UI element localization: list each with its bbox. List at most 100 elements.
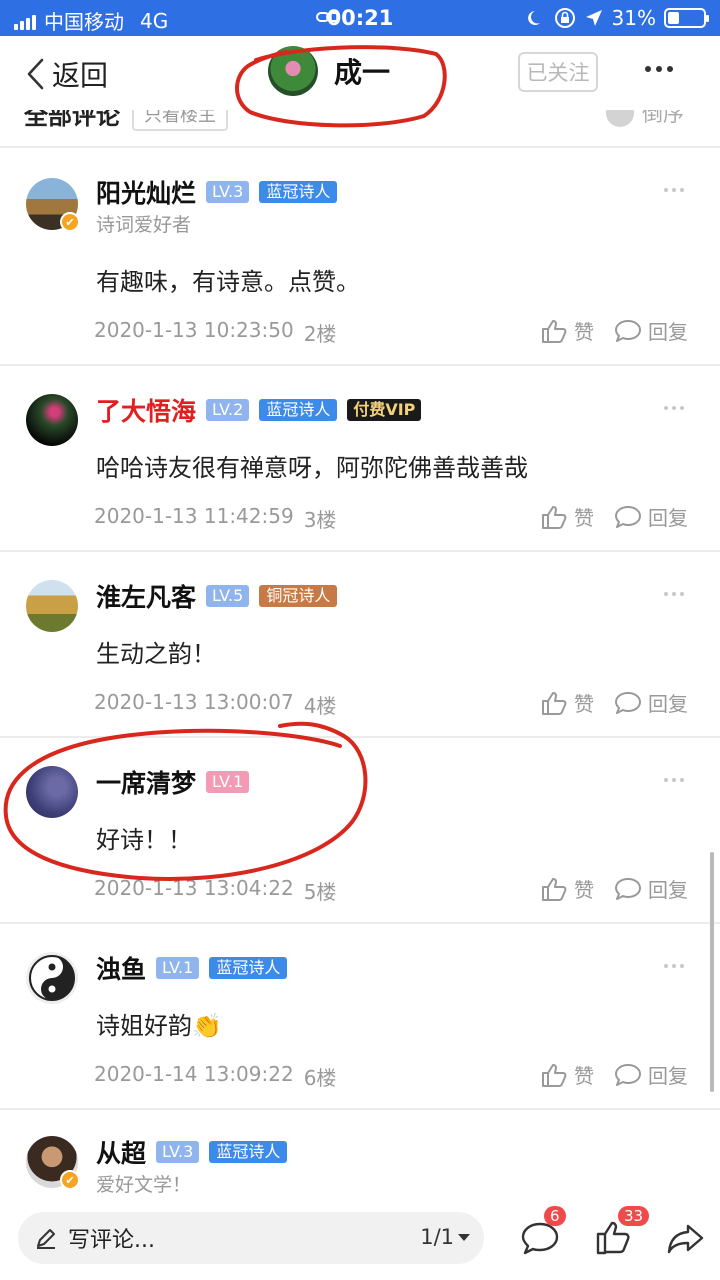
comment-input-placeholder: 写评论... [68,1228,155,1253]
title-badge: 铜冠诗人 [259,585,338,607]
like-label: 赞 [574,1064,594,1088]
avatar[interactable] [26,580,78,632]
user-subtitle: 诗词爱好者 [96,214,192,236]
status-bar: 中国移动 4G 00:21 31% [0,0,720,36]
speech-bubble-icon [615,505,641,528]
title-badge: 蓝冠诗人 [259,399,338,421]
comments-section-header: 全部评论 只看楼主 倒序 [0,110,720,146]
comment-floor: 6楼 [303,1066,337,1090]
comment-text: 诗姐好韵👏 [96,1012,222,1040]
thumbs-up-icon [542,505,567,529]
level-badge: LV.2 [206,399,250,421]
moon-icon [527,11,540,25]
comment-input[interactable]: 写评论... 1/1 [18,1212,484,1264]
only-op-filter[interactable]: 只看楼主 [132,110,228,131]
comment-floor: 4楼 [303,694,337,718]
reply-label: 回复 [648,878,688,902]
author-name[interactable]: 成一 [334,51,390,91]
comment-more-icon[interactable] [664,592,684,596]
comment-text: 生动之韵！ [96,640,216,668]
comment-time: 2020-1-13 11:42:59 [94,504,294,528]
comment-more-icon[interactable] [664,778,684,782]
comment-item: ✔ 从超 LV.3 蓝冠诗人 爱好文学！ [0,1110,720,1196]
author-avatar[interactable] [268,46,318,96]
pen-icon [37,1229,55,1249]
nav-bar: 返回 成一 已关注 [0,36,720,110]
battery-percent: 31% [611,6,656,30]
avatar[interactable] [26,394,78,446]
like-button[interactable]: 赞 [540,688,594,717]
back-button[interactable]: 返回 [24,54,108,94]
comment-more-icon[interactable] [664,964,684,968]
comment-floor: 2楼 [303,322,337,346]
comment-item: 浊鱼 LV.1 蓝冠诗人 诗姐好韵👏 2020-1-14 13:09:22 6楼… [0,924,720,1110]
dropdown-arrow-icon [458,1233,470,1241]
scrollbar[interactable] [710,852,714,1092]
comment-item: 了大悟海 LV.2 蓝冠诗人 付费VIP 哈哈诗友很有禅意呀，阿弥陀佛善哉善哉 … [0,366,720,552]
user-name[interactable]: 一席清梦 [96,764,196,800]
reply-button[interactable]: 回复 [614,1060,688,1089]
bottom-bar: 写评论... 1/1 6 33 [0,1196,720,1280]
reply-button[interactable]: 回复 [614,502,688,531]
user-name[interactable]: 阳光灿烂 [96,174,196,210]
comment-more-icon[interactable] [664,406,684,410]
avatar[interactable] [26,766,78,818]
user-name[interactable]: 浊鱼 [96,950,146,986]
like-label: 赞 [574,506,594,530]
verified-badge-icon: ✔ [60,1170,80,1190]
reply-button[interactable]: 回复 [614,688,688,717]
more-options-icon[interactable] [645,66,673,72]
yin-yang-icon [29,955,75,1001]
title-badge: 蓝冠诗人 [259,181,338,203]
page-selector[interactable]: 1/1 [420,1225,470,1249]
comment-floor: 5楼 [303,880,337,904]
like-button[interactable]: 赞 [540,874,594,903]
comment-item: 一席清梦 LV.1 好诗！！ 2020-1-13 13:04:22 5楼 赞 回… [0,738,720,924]
user-subtitle: 爱好文学！ [96,1174,192,1196]
like-button[interactable]: 赞 [540,1060,594,1089]
comment-floor: 3楼 [303,508,337,532]
level-badge: LV.3 [156,1141,200,1163]
comment-more-icon[interactable] [664,188,684,192]
rotation-lock-icon [554,8,575,28]
user-name[interactable]: 从超 [96,1134,146,1170]
comment-item: ✔ 阳光灿烂 LV.3 蓝冠诗人 诗词爱好者 有趣味，有诗意。点赞。 2020-… [0,148,720,366]
verified-badge-icon: ✔ [60,212,80,232]
section-title: 全部评论 [24,110,120,130]
comment-count-badge: 6 [544,1206,566,1226]
like-button[interactable]: 赞 [540,502,594,531]
comment-time: 2020-1-13 13:04:22 [94,876,294,900]
reply-label: 回复 [648,1064,688,1088]
avatar[interactable] [26,952,78,1004]
level-badge: LV.5 [206,585,250,607]
speech-bubble-icon [615,319,641,342]
speech-bubble-icon [615,691,641,714]
title-badge: 蓝冠诗人 [209,1141,288,1163]
user-name[interactable]: 了大悟海 [96,392,196,428]
order-label: 倒序 [642,110,684,126]
level-badge: LV.3 [206,181,250,203]
reply-label: 回复 [648,692,688,716]
share-arrow-icon[interactable] [666,1218,706,1258]
title-badge: 蓝冠诗人 [209,957,288,979]
thumbs-up-icon [542,1063,567,1087]
level-badge: LV.1 [156,957,200,979]
like-button[interactable]: 赞 [540,316,594,345]
reply-button[interactable]: 回复 [614,316,688,345]
reply-button[interactable]: 回复 [614,874,688,903]
chevron-left-icon [27,58,44,90]
like-label: 赞 [574,878,594,902]
comment-time: 2020-1-13 10:23:50 [94,318,294,342]
comment-text: 好诗！！ [96,826,192,854]
follow-button[interactable]: 已关注 [518,52,598,92]
order-toggle[interactable]: 倒序 [606,110,684,128]
like-label: 赞 [574,320,594,344]
page-indicator: 1/1 [420,1225,454,1249]
user-name[interactable]: 淮左凡客 [96,578,196,614]
author-header[interactable]: 成一 [268,46,390,96]
like-count-badge: 33 [618,1206,650,1226]
speech-bubble-icon [615,877,641,900]
comment-text: 哈哈诗友很有禅意呀，阿弥陀佛善哉善哉 [96,454,528,482]
like-label: 赞 [574,692,594,716]
reply-label: 回复 [648,506,688,530]
